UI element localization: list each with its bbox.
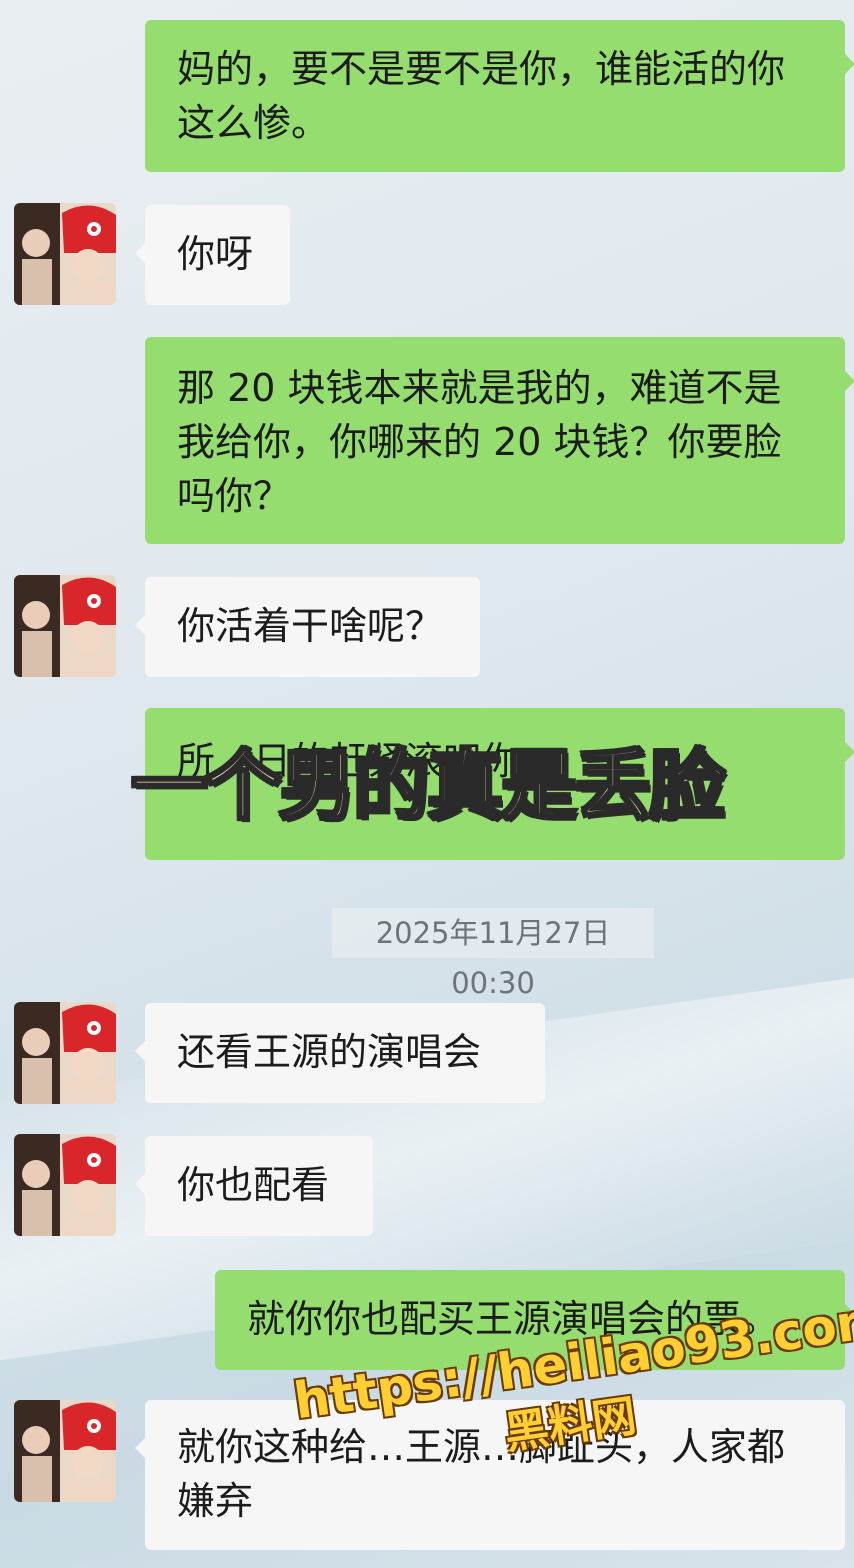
- message-bubble-received[interactable]: 你呀: [135, 205, 290, 305]
- message-text: 你也配看: [177, 1163, 330, 1207]
- avatar-photo-icon: [14, 575, 116, 677]
- contact-avatar[interactable]: [14, 575, 116, 677]
- message-bubble-sent[interactable]: 妈的，要不是要不是你，谁能活的你这么惨。: [145, 20, 854, 172]
- contact-avatar[interactable]: [14, 1134, 116, 1236]
- contact-avatar[interactable]: [14, 203, 116, 305]
- message-bubble-received[interactable]: 你也配看: [135, 1136, 373, 1236]
- message-text: 你活着干啥呢？: [177, 604, 444, 648]
- avatar-photo-icon: [14, 1400, 116, 1502]
- message-text: 你呀: [177, 232, 254, 276]
- video-caption: 一个男的真是丢脸: [130, 740, 727, 832]
- message-bubble-received[interactable]: 你活着干啥呢？: [135, 577, 480, 677]
- message-bubble-received[interactable]: 还看王源的演唱会: [135, 1003, 545, 1103]
- message-text: 妈的，要不是要不是你，谁能活的你这么惨。: [177, 47, 786, 145]
- message-bubble-sent[interactable]: 那 20 块钱本来就是我的，难道不是我给你，你哪来的 20 块钱？你要脸吗你？: [145, 337, 854, 544]
- avatar-photo-icon: [14, 1134, 116, 1236]
- message-text: 还看王源的演唱会: [177, 1030, 482, 1074]
- avatar-photo-icon: [14, 1002, 116, 1104]
- message-text: 那 20 块钱本来就是我的，难道不是我给你，你哪来的 20 块钱？你要脸吗你？: [177, 366, 782, 518]
- contact-avatar[interactable]: [14, 1002, 116, 1104]
- chat-timestamp: 2025年11月27日 00:30: [332, 908, 654, 1000]
- contact-avatar[interactable]: [14, 1400, 116, 1502]
- avatar-photo-icon: [14, 203, 116, 305]
